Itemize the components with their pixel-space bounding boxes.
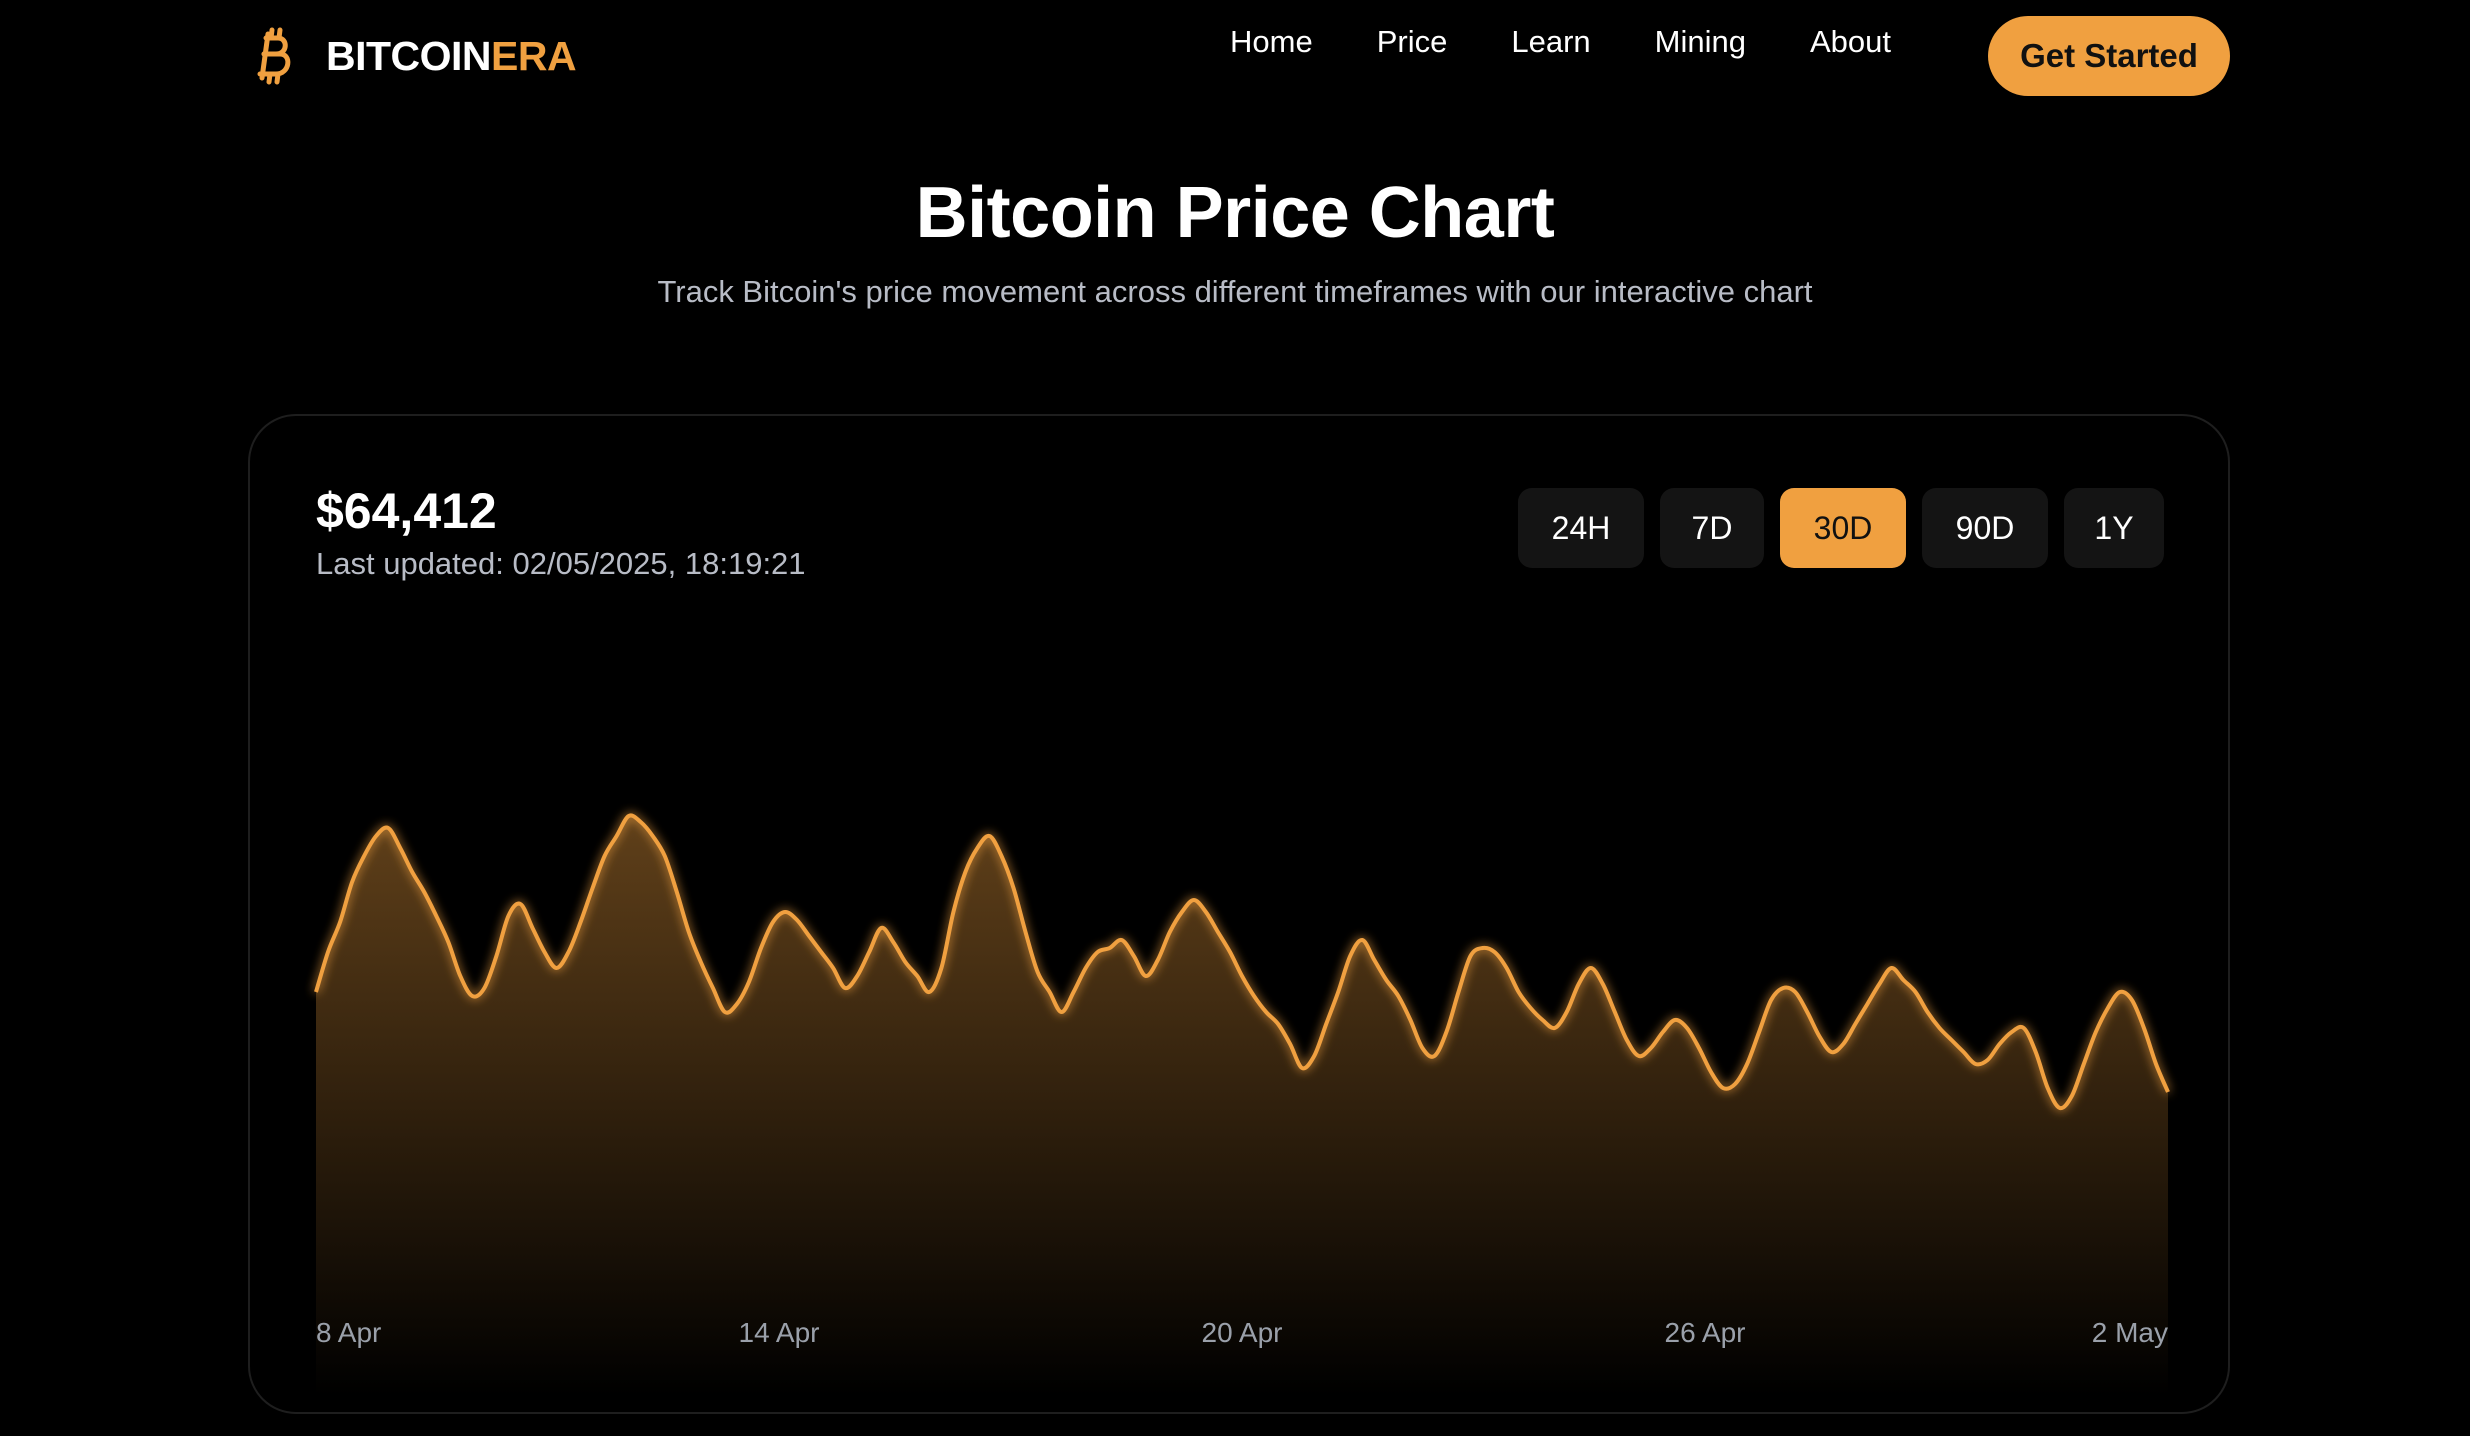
x-tick-label: 2 May — [2092, 1317, 2168, 1348]
brand-name: BITCOINERA — [326, 32, 577, 80]
nav-links: Home Price Learn Mining About — [1230, 18, 1891, 66]
nav-link-about[interactable]: About — [1810, 18, 1891, 66]
price-chart-card: $64,412 Last updated: 02/05/2025, 18:19:… — [248, 414, 2230, 1414]
price-chart-svg: 8 Apr 14 Apr 20 Apr 26 Apr 2 May — [314, 813, 2170, 1396]
timeframe-selector: 24H 7D 30D 90D 1Y — [1518, 488, 2164, 568]
x-tick-label: 26 Apr — [1665, 1317, 1746, 1348]
last-updated-text: Last updated: 02/05/2025, 18:19:21 — [316, 546, 806, 581]
brand-name-main: BITCOIN — [326, 32, 492, 79]
brand-logo[interactable]: BITCOINERA — [256, 24, 577, 88]
nav-link-learn[interactable]: Learn — [1511, 18, 1590, 66]
timeframe-7d-button[interactable]: 7D — [1660, 488, 1764, 568]
current-price: $64,412 — [316, 483, 497, 539]
timeframe-90d-button[interactable]: 90D — [1922, 488, 2048, 568]
x-tick-label: 20 Apr — [1202, 1317, 1283, 1348]
x-tick-label: 14 Apr — [739, 1317, 820, 1348]
brand-name-accent: ERA — [491, 32, 577, 79]
price-area-fill — [316, 815, 2168, 1396]
page-title: Bitcoin Price Chart — [915, 173, 1555, 253]
nav-link-mining[interactable]: Mining — [1655, 18, 1746, 66]
timeframe-1y-button[interactable]: 1Y — [2064, 488, 2164, 568]
x-tick-label: 8 Apr — [316, 1317, 381, 1348]
top-navigation: BITCOINERA Home Price Learn Mining About… — [0, 0, 2470, 112]
page-subtitle: Track Bitcoin's price movement across di… — [657, 274, 1813, 309]
get-started-button[interactable]: Get Started — [1988, 16, 2230, 96]
timeframe-24h-button[interactable]: 24H — [1518, 488, 1644, 568]
price-chart[interactable]: 8 Apr 14 Apr 20 Apr 26 Apr 2 May — [314, 813, 2170, 1436]
nav-link-price[interactable]: Price — [1377, 18, 1448, 66]
nav-link-home[interactable]: Home — [1230, 18, 1313, 66]
timeframe-30d-button[interactable]: 30D — [1780, 488, 1906, 568]
bitcoin-b-icon — [257, 27, 291, 85]
